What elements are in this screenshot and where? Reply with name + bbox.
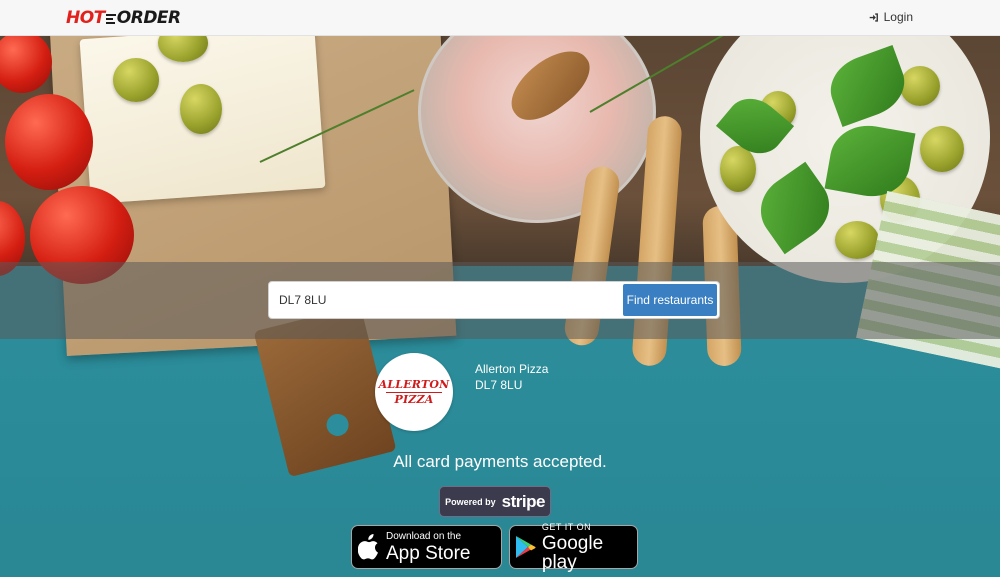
- google-play-icon: [515, 536, 536, 558]
- restaurant-logo[interactable]: ALLERTON PIZZA: [375, 353, 453, 431]
- sign-in-icon: [869, 12, 878, 22]
- google-play-small-text: GET IT ON: [541, 521, 592, 532]
- stripe-logo: stripe: [501, 491, 546, 511]
- google-play-big-text: Google play: [541, 532, 604, 573]
- restaurant-logo-line1: ALLERTON: [378, 377, 450, 391]
- tomato: [5, 94, 93, 190]
- board-hole: [324, 411, 351, 439]
- google-play-button[interactable]: GET IT ON Google play: [509, 521, 638, 573]
- hotorder-logo[interactable]: HOT ORDER: [66, 7, 181, 29]
- olive: [835, 221, 879, 259]
- login-label: Login: [883, 10, 913, 24]
- olive: [180, 84, 222, 134]
- restaurant-name[interactable]: Allerton Pizza: [475, 362, 548, 376]
- app-store-big-text: App Store: [386, 542, 471, 564]
- logo-text-order: ORDER: [116, 8, 181, 28]
- olive: [900, 66, 940, 106]
- postcode-search-form: Find restaurants: [268, 281, 720, 319]
- olive: [720, 146, 756, 192]
- speed-lines-icon: [105, 12, 116, 24]
- login-link[interactable]: Login: [869, 10, 913, 24]
- apple-icon: [358, 534, 378, 560]
- restaurant-postcode: DL7 8LU: [475, 378, 523, 392]
- app-store-button[interactable]: Download on the App Store: [351, 525, 502, 569]
- olive: [920, 126, 964, 172]
- app-store-small-text: Download on the: [386, 530, 462, 542]
- find-restaurants-button[interactable]: Find restaurants: [623, 284, 717, 316]
- top-navbar: HOT ORDER Login: [0, 0, 1000, 36]
- payments-notice: All card payments accepted.: [393, 452, 607, 471]
- stripe-prefix: Powered by: [445, 496, 496, 507]
- postcode-input[interactable]: [269, 282, 623, 318]
- restaurant-logo-line2: PIZZA: [394, 392, 434, 406]
- powered-by-stripe-badge[interactable]: Powered by stripe: [439, 486, 551, 517]
- olive: [113, 58, 159, 102]
- logo-text-hot: HOT: [66, 8, 105, 28]
